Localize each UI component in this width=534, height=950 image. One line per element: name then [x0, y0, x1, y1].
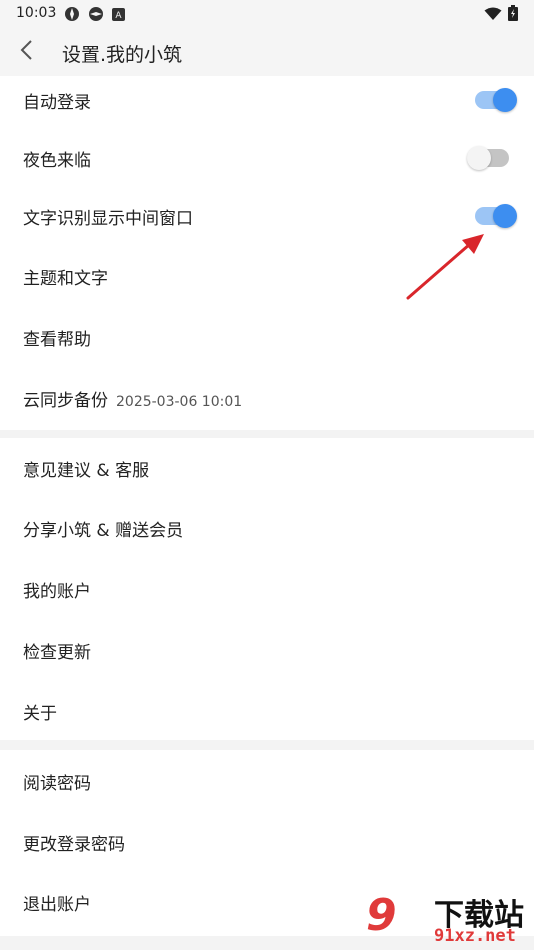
watermark-logo: 9 下载站 91xz.net [362, 888, 534, 950]
night-mode-toggle[interactable] [467, 146, 509, 170]
wifi-icon [484, 6, 502, 25]
setting-label: 我的账户 [23, 581, 91, 602]
watermark-logo-mark: 9 [366, 890, 397, 941]
setting-help[interactable]: 查看帮助 [0, 307, 534, 367]
svg-text:A: A [115, 11, 122, 21]
status-time: 10:03 [16, 5, 57, 21]
backup-timestamp: 2025-03-06 10:01 [116, 393, 243, 410]
page-title: 设置.我的小筑 [62, 44, 183, 66]
setting-label: 阅读密码 [23, 773, 91, 794]
ocr-window-toggle[interactable] [475, 204, 517, 228]
setting-auto-login[interactable]: 自动登录 [0, 70, 534, 130]
setting-label: 退出账户 [23, 894, 91, 915]
setting-about[interactable]: 关于 [0, 681, 534, 741]
app-bar: 设置.我的小筑 [0, 28, 534, 76]
back-button[interactable] [10, 36, 42, 68]
notification-app-icon [88, 6, 104, 26]
notification-a-icon: A [112, 6, 126, 26]
setting-label: 关于 [23, 703, 57, 724]
setting-change-password[interactable]: 更改登录密码 [0, 812, 534, 872]
setting-label: 检查更新 [23, 642, 91, 663]
annotation-arrow [406, 234, 484, 300]
setting-label: 自动登录 [23, 92, 91, 113]
watermark-url: 91xz.net [434, 926, 516, 946]
setting-label: 查看帮助 [23, 329, 91, 350]
auto-login-toggle[interactable] [475, 88, 517, 112]
setting-share[interactable]: 分享小筑 & 赠送会员 [0, 498, 534, 558]
cloud-backup-label: 云同步备份 [23, 390, 108, 411]
battery-icon [508, 5, 518, 25]
setting-label: 夜色来临 [23, 150, 91, 171]
setting-check-update[interactable]: 检查更新 [0, 620, 534, 680]
setting-feedback[interactable]: 意见建议 & 客服 [0, 438, 534, 498]
setting-label: 分享小筑 & 赠送会员 [23, 520, 184, 541]
notification-icons: A [64, 6, 126, 26]
setting-label: 主题和文字 [23, 268, 108, 289]
notification-app-icon [64, 6, 80, 26]
setting-reading-password[interactable]: 阅读密码 [0, 751, 534, 811]
status-bar: 10:03 A [0, 0, 534, 28]
chevron-left-icon [19, 39, 33, 65]
setting-cloud-backup[interactable]: 云同步备份 2025-03-06 10:01 [0, 368, 534, 428]
setting-night-mode[interactable]: 夜色来临 [0, 128, 534, 188]
system-icons [484, 5, 518, 25]
settings-group-account: 意见建议 & 客服 分享小筑 & 赠送会员 我的账户 检查更新 关于 [0, 438, 534, 740]
setting-label: 意见建议 & 客服 [23, 460, 150, 481]
setting-label: 更改登录密码 [23, 834, 125, 855]
setting-label: 云同步备份 2025-03-06 10:01 [23, 386, 242, 411]
setting-my-account[interactable]: 我的账户 [0, 559, 534, 619]
setting-label: 文字识别显示中间窗口 [23, 208, 193, 229]
